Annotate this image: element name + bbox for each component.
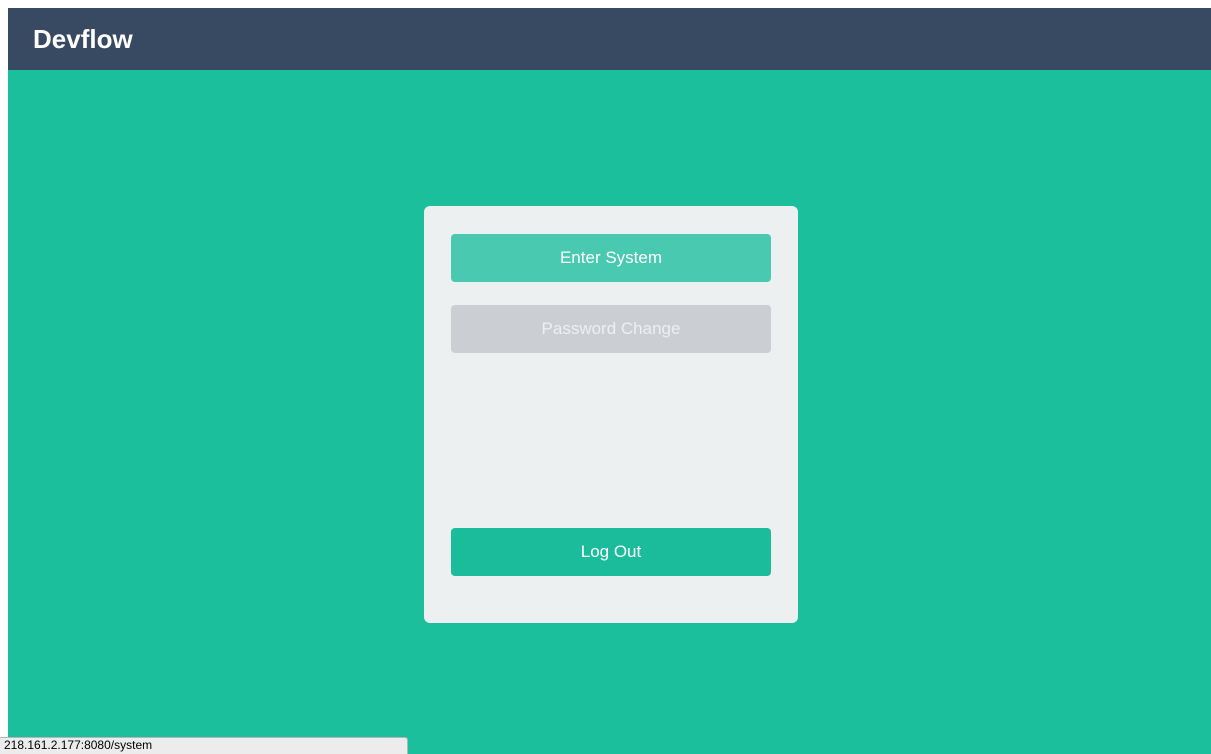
log-out-button[interactable]: Log Out [451, 528, 771, 576]
password-change-button[interactable]: Password Change [451, 305, 771, 353]
enter-system-button[interactable]: Enter System [451, 234, 771, 282]
system-menu-panel: Enter System Password Change Log Out [424, 206, 798, 623]
browser-status-url: 218.161.2.177:8080/system [0, 737, 408, 754]
top-navbar: Devflow [8, 8, 1211, 70]
page-viewport: Devflow Enter System Password Change Log… [8, 8, 1211, 754]
brand-logo[interactable]: Devflow [33, 8, 133, 70]
